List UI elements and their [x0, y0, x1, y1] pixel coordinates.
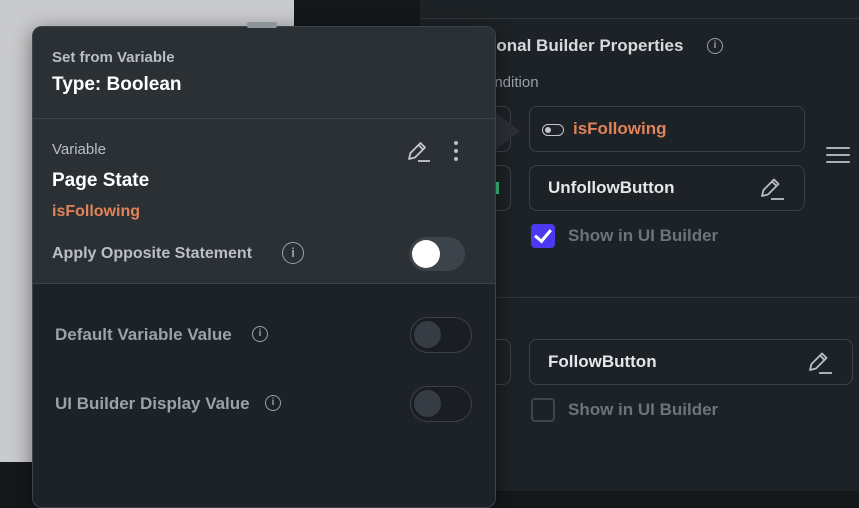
pencil-icon[interactable]	[806, 350, 834, 381]
pencil-icon[interactable]	[758, 176, 786, 207]
variable-name: isFollowing	[52, 203, 140, 220]
section-title: tional Builder Properties	[486, 36, 684, 55]
condition-variable-name: isFollowing	[573, 119, 667, 138]
hamburger-menu-icon[interactable]	[826, 147, 850, 165]
variable-section[interactable]: Variable Page State isFollowing Apply Op…	[33, 119, 495, 284]
toggle-knob	[414, 321, 441, 348]
show-in-builder-label: Show in UI Builder	[568, 400, 719, 419]
more-options-icon[interactable]	[454, 141, 460, 165]
component-name: FollowButton	[548, 352, 657, 371]
toggle-knob	[412, 240, 440, 268]
info-icon[interactable]: i	[707, 38, 723, 54]
variable-source: Page State	[52, 170, 150, 191]
panel-divider-top	[420, 18, 859, 19]
popover-title: Type: Boolean	[52, 74, 182, 95]
info-icon[interactable]: i	[282, 242, 304, 264]
popover-header: Set from Variable Type: Boolean	[33, 27, 495, 119]
variable-label: Variable	[52, 141, 106, 158]
boolean-toggle-icon	[542, 124, 564, 136]
popover-arrow	[494, 111, 520, 151]
set-from-variable-popover: Set from Variable Type: Boolean Variable…	[32, 26, 496, 508]
drag-handle[interactable]	[247, 22, 277, 28]
pencil-icon[interactable]	[406, 140, 432, 169]
display-value-toggle[interactable]	[410, 386, 472, 422]
info-icon[interactable]: i	[252, 326, 268, 342]
condition-variable-field[interactable]: isFollowing	[529, 106, 805, 152]
info-icon[interactable]: i	[265, 395, 281, 411]
apply-opposite-label: Apply Opposite Statement	[52, 245, 253, 262]
default-value-label: Default Variable Value	[55, 325, 232, 344]
popover-subtitle: Set from Variable	[52, 49, 175, 66]
show-in-builder-checkbox[interactable]	[531, 398, 555, 422]
display-value-label: UI Builder Display Value	[55, 394, 250, 413]
show-in-builder-checkbox[interactable]	[531, 224, 555, 248]
apply-opposite-toggle[interactable]	[409, 237, 465, 271]
component-field-follow[interactable]: FollowButton	[529, 339, 853, 385]
toggle-knob	[414, 390, 441, 417]
default-value-toggle[interactable]	[410, 317, 472, 353]
show-in-builder-label: Show in UI Builder	[568, 226, 719, 245]
component-field-unfollow[interactable]: UnfollowButton	[529, 165, 805, 211]
component-name: UnfollowButton	[548, 178, 675, 197]
